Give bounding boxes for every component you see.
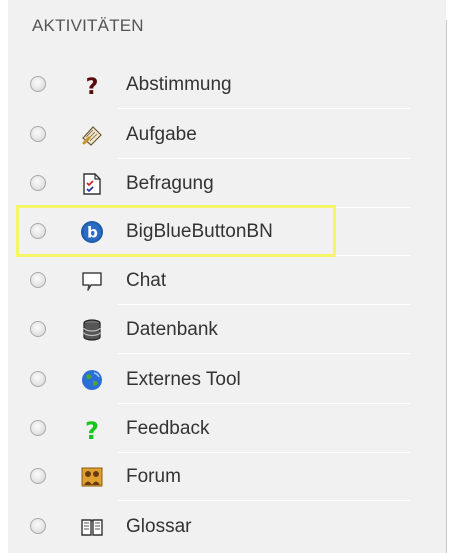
database-icon [80, 318, 104, 342]
survey-icon [80, 172, 104, 196]
question-icon: ? [80, 73, 104, 100]
activity-row-aufgabe[interactable]: Aufgabe [20, 111, 410, 159]
activity-row-chat[interactable]: Chat [20, 257, 410, 305]
activity-label: Externes Tool [126, 369, 241, 390]
activity-radio[interactable] [30, 175, 46, 191]
assignment-icon [80, 123, 104, 147]
activity-radio[interactable] [30, 371, 46, 387]
activity-row-abstimmung[interactable]: ? Abstimmung [20, 61, 410, 109]
activity-radio[interactable] [30, 420, 46, 436]
activity-radio[interactable] [30, 468, 46, 484]
activity-radio[interactable] [30, 321, 46, 337]
svg-text:?: ? [86, 75, 99, 97]
activity-label: Aufgabe [126, 124, 197, 145]
activity-row-datenbank[interactable]: Datenbank [20, 306, 410, 354]
svg-text:?: ? [85, 417, 99, 441]
panel-divider [446, 20, 447, 553]
activity-label: Abstimmung [126, 74, 232, 95]
feedback-icon: ? [80, 417, 104, 445]
forum-icon [80, 465, 104, 489]
glossary-icon [80, 515, 104, 539]
highlight-box [16, 205, 336, 257]
activity-label: Datenbank [126, 319, 218, 340]
activity-label: Forum [126, 466, 181, 487]
activity-row-forum[interactable]: Forum [20, 453, 410, 501]
activity-radio[interactable] [30, 126, 46, 142]
chat-icon [80, 269, 104, 293]
activity-row-externes-tool[interactable]: Externes Tool [20, 356, 410, 404]
activity-row-befragung[interactable]: Befragung [20, 160, 410, 208]
activity-label: Glossar [126, 516, 192, 537]
activity-radio[interactable] [30, 272, 46, 288]
activity-row-feedback[interactable]: ? Feedback [20, 405, 410, 453]
activity-radio[interactable] [30, 76, 46, 92]
activity-radio[interactable] [30, 518, 46, 534]
external-tool-icon [80, 368, 104, 392]
activity-row-glossar[interactable]: Glossar [20, 503, 410, 551]
activity-label: Chat [126, 270, 167, 291]
activity-label: Feedback [126, 418, 210, 439]
section-header: AKTIVITÄTEN [32, 16, 144, 35]
activity-label: Befragung [126, 173, 214, 194]
